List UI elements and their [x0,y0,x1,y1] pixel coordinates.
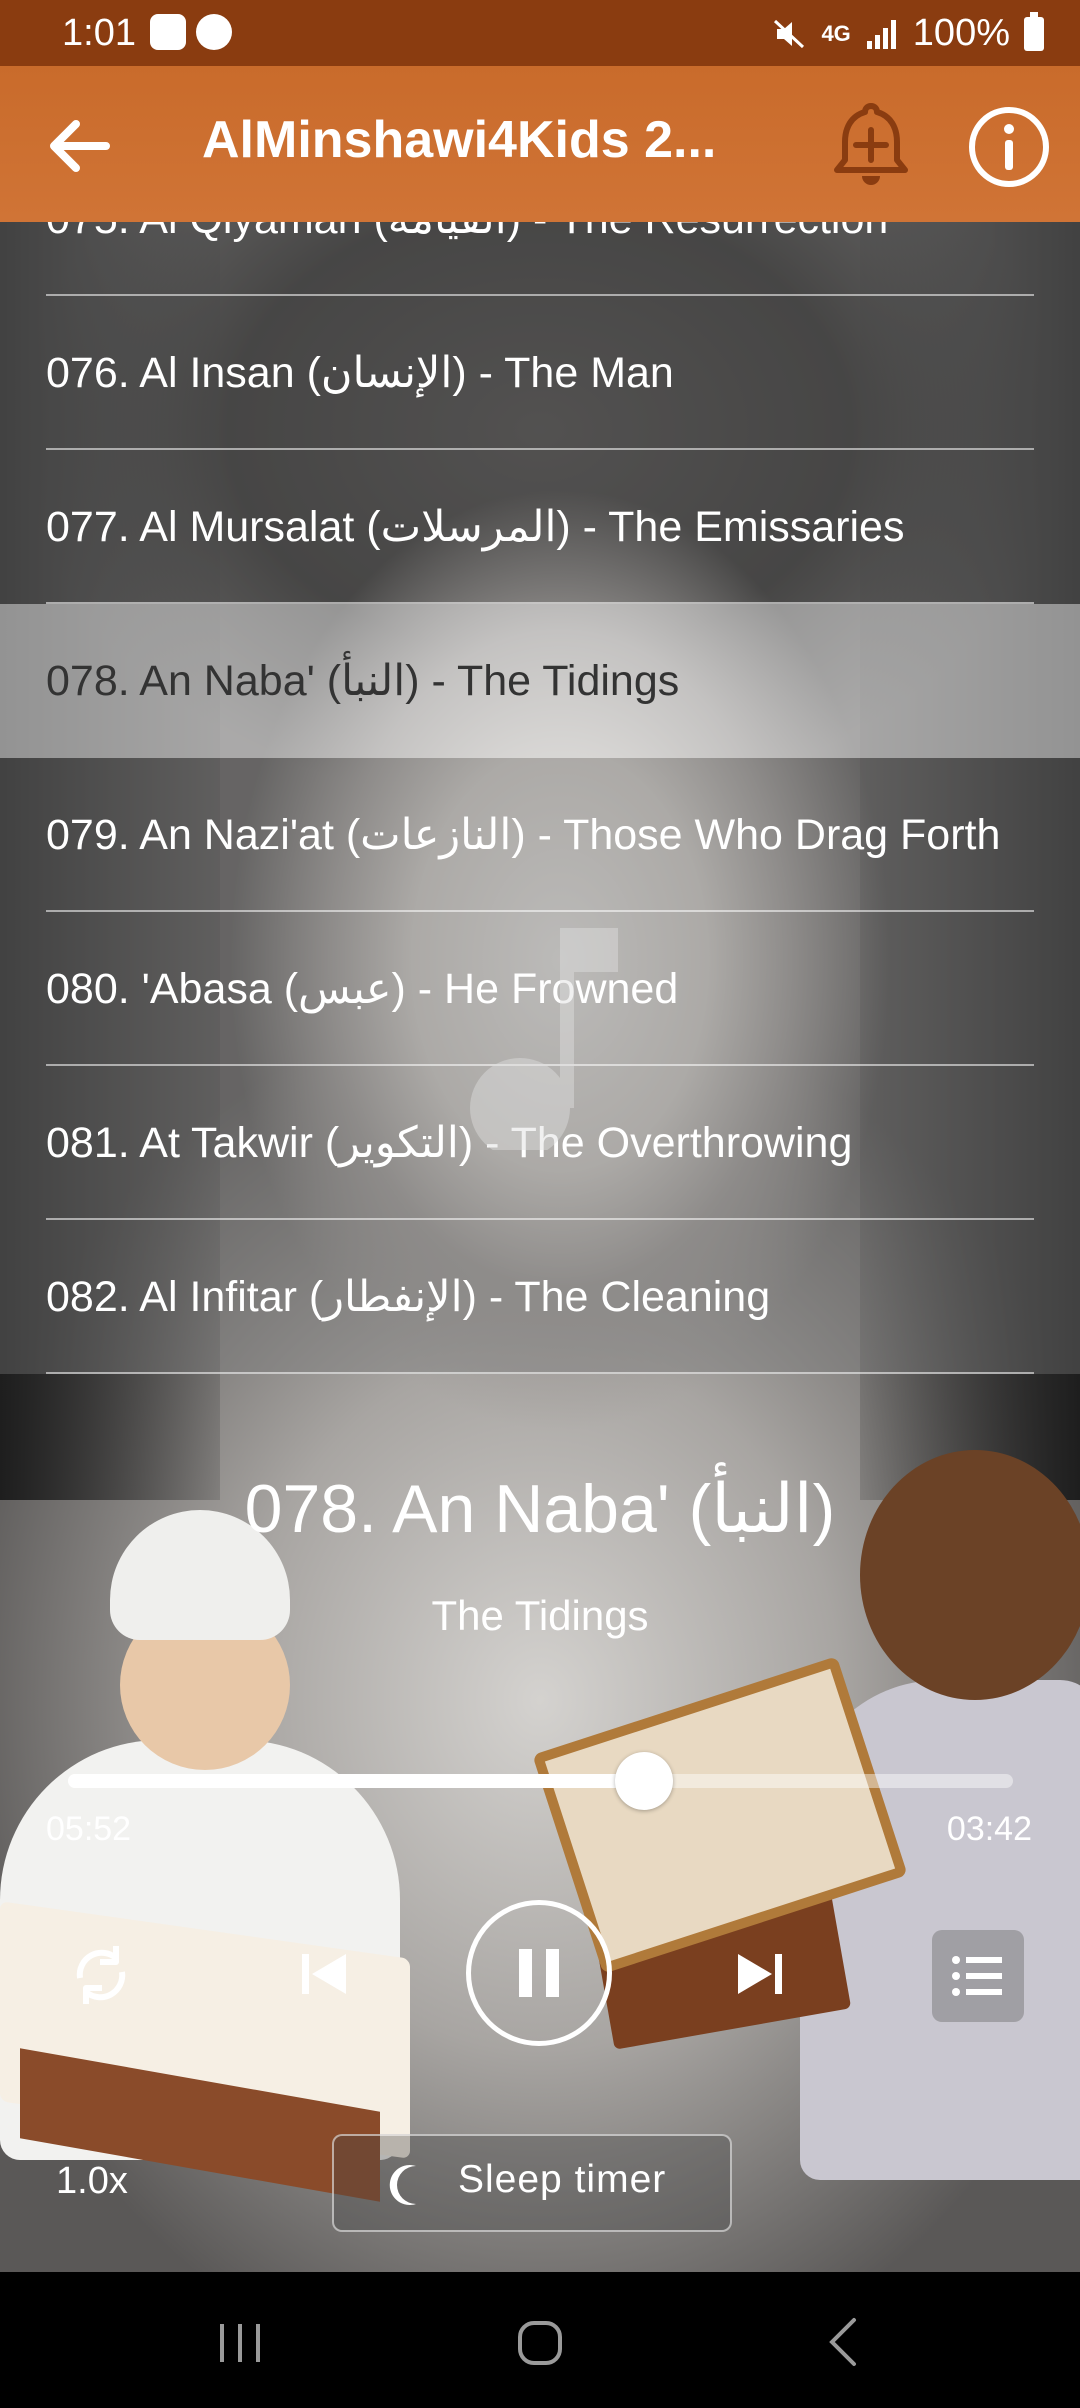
recent-apps-button[interactable] [206,2312,276,2372]
list-item-label: 076. Al Insan (الإنسان) - The Man [46,349,674,397]
pause-button[interactable] [466,1900,612,2046]
repeat-button[interactable] [66,1940,136,2010]
navigation-bar [0,2272,1080,2408]
list-item[interactable]: 079. An Nazi'at (النازعات) - Those Who D… [0,758,1080,912]
back-button[interactable] [40,106,120,186]
list-item[interactable]: 076. Al Insan (الإنسان) - The Man [0,296,1080,450]
home-button[interactable] [505,2312,575,2372]
list-item-label: 077. Al Mursalat (المرسلات) - The Emissa… [46,503,905,551]
playlist-button[interactable] [932,1930,1024,2022]
battery-icon [1024,11,1044,51]
now-playing-subtitle: The Tidings [431,1592,649,1639]
battery-percent: 100% [912,12,1010,54]
recent-apps-icon [220,2324,260,2362]
status-notification-icons [150,14,232,50]
list-item-label: 081. At Takwir (التكوير) - The Overthrow… [46,1119,853,1167]
list-item-label: 075. Al Qiyamah (القيامة) - The Resurrec… [46,222,888,296]
sleep-timer-label: Sleep timer [458,2158,667,2201]
list-divider [46,1372,1034,1374]
repeat-icon [76,1946,126,2004]
home-icon [518,2321,562,2365]
list-item-label: 078. An Naba' (النبأ) - The Tidings [46,657,680,705]
list-item[interactable]: 075. Al Qiyamah (القيامة) - The Resurrec… [0,222,1080,296]
list-item-selected[interactable]: 078. An Naba' (النبأ) - The Tidings [0,604,1080,758]
gallery-notification-icon [150,14,186,50]
pause-icon [519,1949,559,1997]
skip-next-icon [738,1954,782,1994]
arrow-left-icon [50,120,110,172]
playback-speed-button[interactable]: 1.0x [56,2160,128,2203]
track-list[interactable]: 075. Al Qiyamah (القيامة) - The Resurrec… [0,222,1080,1412]
phone-notification-icon [196,14,232,50]
time-total: 03:42 [946,1810,1032,1848]
skip-previous-icon [302,1954,346,1994]
list-item[interactable]: 082. Al Infitar (الإنفطار) - The Cleanin… [0,1220,1080,1374]
info-button[interactable] [966,104,1052,190]
network-type: 4G [821,20,851,46]
bell-plus-icon [834,103,908,185]
subscribe-notification-button[interactable] [826,100,916,192]
status-time: 1:01 [62,12,136,54]
seek-progress [68,1774,645,1788]
signal-icon [866,19,896,49]
sleep-timer-button[interactable]: Sleep timer [332,2134,732,2232]
playlist-icon [952,1956,1002,1996]
info-circle-icon [969,107,1049,187]
mute-icon [774,19,805,48]
time-elapsed: 05:52 [46,1810,132,1848]
list-item[interactable]: 077. Al Mursalat (المرسلات) - The Emissa… [0,450,1080,604]
screen: 1:01 4G 100% AlMinshawi4Kids 2... 076. A… [0,0,1080,2408]
list-item-label: 079. An Nazi'at (النازعات) - Those Who D… [46,811,1001,859]
status-right: 4G 100% [773,11,1044,55]
list-item-label: 082. Al Infitar (الإنفطار) - The Cleanin… [46,1273,771,1321]
moon-icon [389,2165,416,2205]
now-playing-title: 078. An Naba' (النبأ) [244,1471,836,1547]
app-title: AlMinshawi4Kids 2... [202,111,717,169]
app-bar: AlMinshawi4Kids 2... [0,66,1080,222]
music-note-icon [470,928,618,1150]
seek-bar[interactable] [68,1752,1013,1810]
next-button[interactable] [726,1940,794,2008]
system-back-button[interactable] [810,2312,880,2372]
status-bar: 1:01 4G 100% [0,0,1080,66]
chevron-left-icon [829,2318,856,2366]
previous-button[interactable] [290,1940,358,2008]
